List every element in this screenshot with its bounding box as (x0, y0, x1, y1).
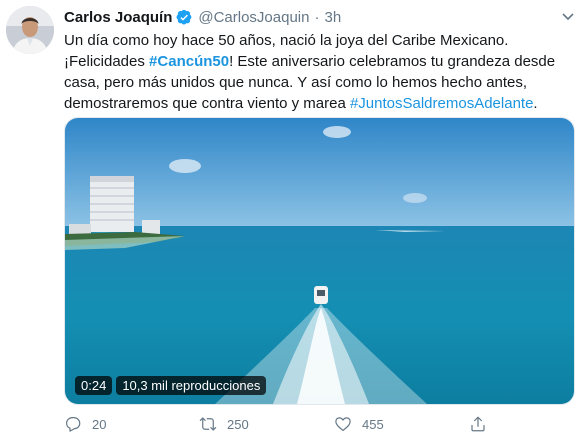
share-icon (471, 416, 485, 432)
retweet-button[interactable]: 250 (199, 413, 249, 435)
separator-dot: · (314, 8, 320, 26)
retweet-count: 250 (227, 416, 249, 432)
video-badges: 0:24 10,3 mil reproducciones (75, 376, 267, 395)
tweet-text-line3: casa, pero más unidos que nunca. Y así c… (64, 74, 528, 91)
video-view-count: 10,3 mil reproducciones (116, 376, 267, 395)
tweet-text-line4-start: demostraremos que contra viento y marea (64, 95, 350, 112)
heart-icon (335, 417, 351, 431)
verified-badge-icon (176, 9, 192, 24)
like-count: 455 (362, 416, 384, 432)
tweet-text-line4: demostraremos que contra viento y marea … (64, 93, 574, 114)
reply-icon (66, 417, 81, 432)
reply-button[interactable]: 20 (64, 413, 106, 435)
video-duration: 0:24 (75, 376, 113, 395)
tweet-actions: 20 250 455 (64, 413, 573, 435)
tweet-text-line1: Un día como hoy hace 50 años, nació la j… (64, 32, 509, 49)
tweet-text-line2-start: ¡Felicidades (64, 53, 150, 70)
tweet-text-line2-end: ! Este aniversario celebramos tu grandez… (229, 53, 556, 70)
video-player[interactable]: 0:24 10,3 mil reproducciones (64, 117, 575, 405)
reply-count: 20 (92, 416, 107, 432)
author-name[interactable]: Carlos Joaquín (64, 9, 172, 26)
tweet-text: Un día como hoy hace 50 años, nació la j… (64, 30, 574, 114)
avatar[interactable] (6, 6, 54, 54)
share-button[interactable] (469, 413, 497, 435)
chevron-down-icon[interactable] (560, 8, 576, 24)
timestamp[interactable]: 3h (324, 9, 341, 26)
hashtag-juntos-saldremos-adelante[interactable]: #JuntosSaldremosAdelante (350, 95, 533, 112)
like-button[interactable]: 455 (334, 413, 384, 435)
video-thumbnail (65, 118, 574, 404)
retweet-icon (199, 417, 217, 431)
hashtag-cancun50[interactable]: #Cancún50 (149, 53, 229, 70)
tweet-header: Carlos Joaquín @CarlosJoaquin · 3h (64, 6, 341, 28)
tweet-text-line2: ¡Felicidades #Cancún50! Este aniversario… (64, 51, 574, 72)
tweet-text-line4-end: . (533, 95, 538, 112)
author-handle[interactable]: @CarlosJoaquin (198, 9, 309, 26)
tweet[interactable]: Carlos Joaquín @CarlosJoaquin · 3h Un dí… (0, 0, 588, 440)
